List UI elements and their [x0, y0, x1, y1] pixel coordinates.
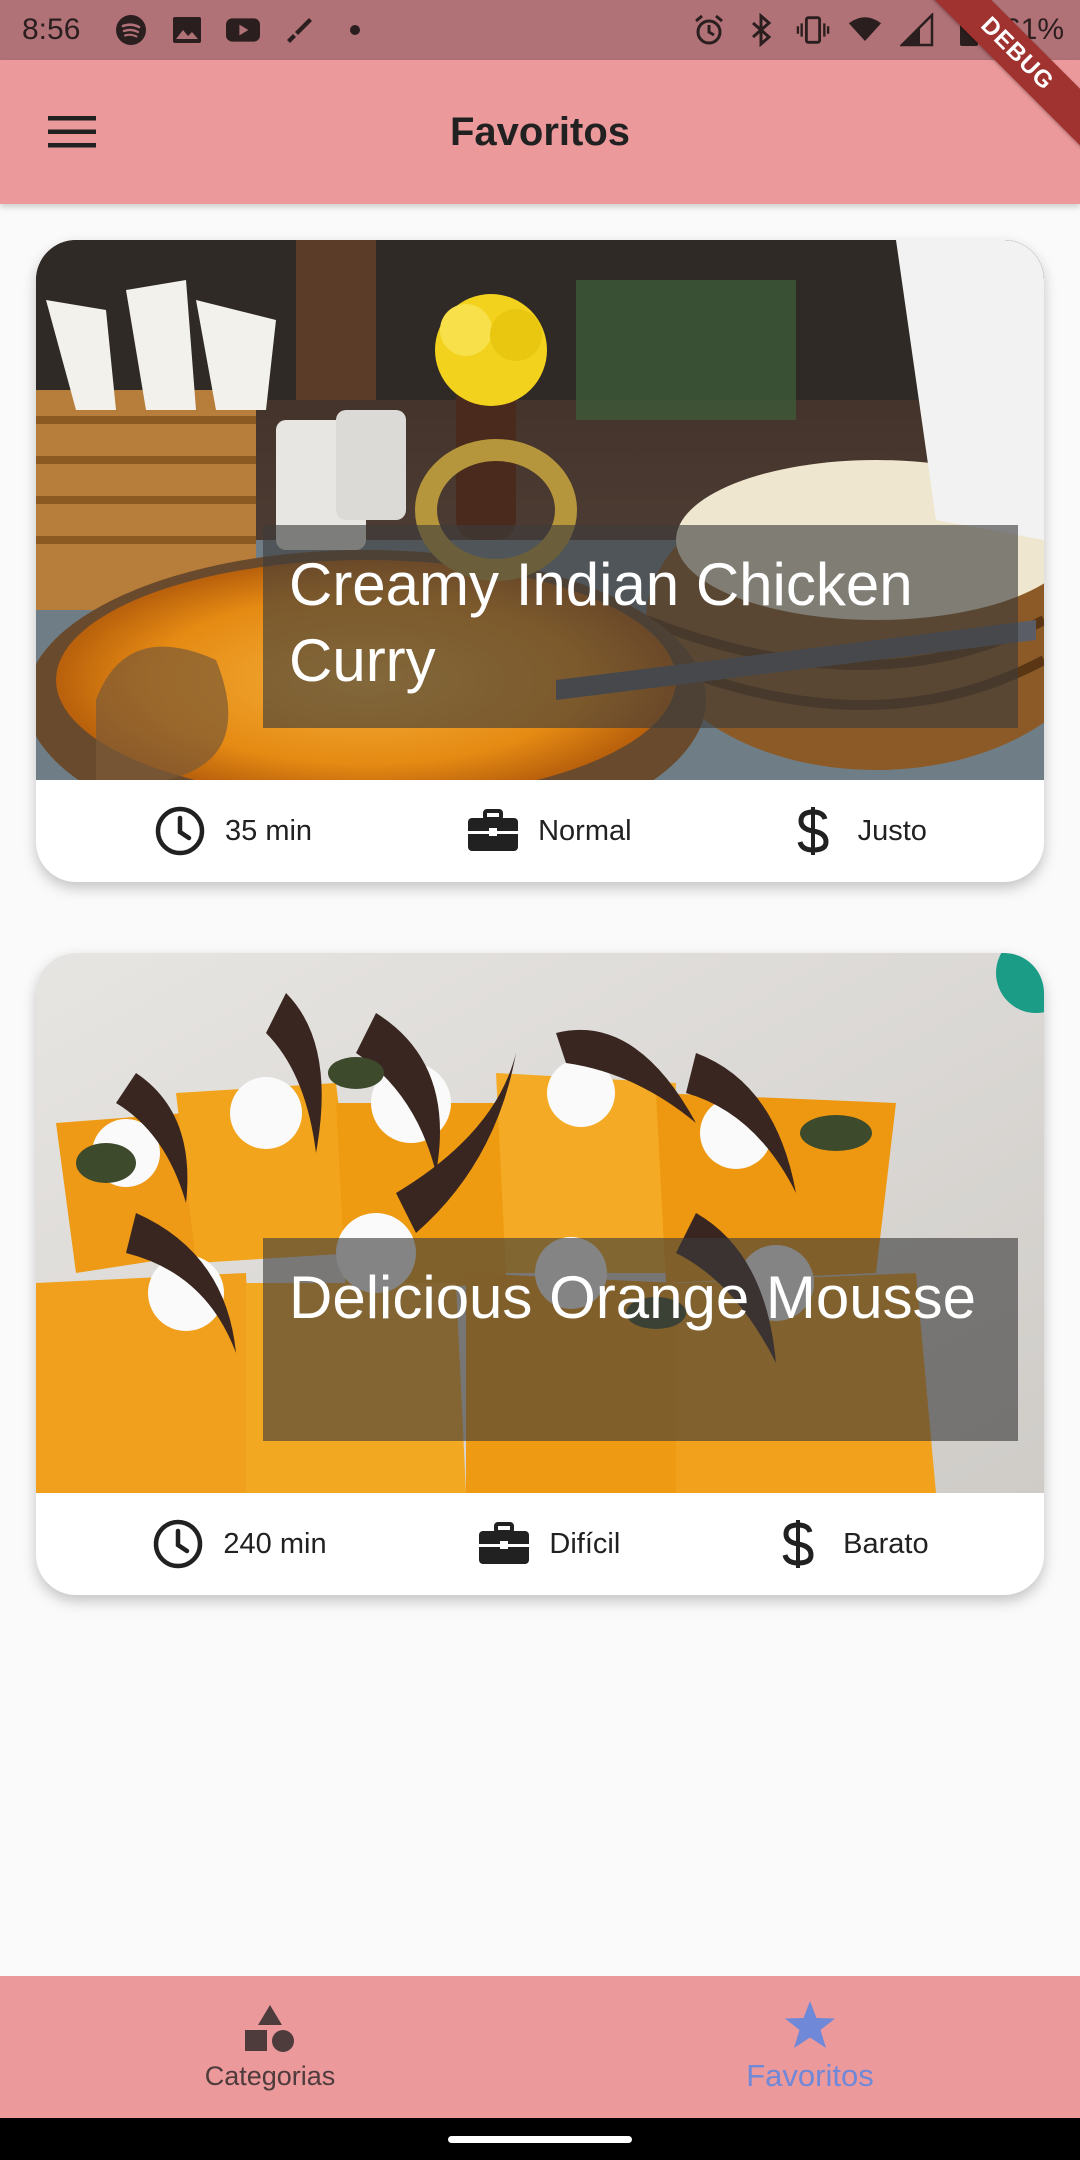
debug-banner: DEBUG [920, 0, 1080, 160]
cost-info: Justo [786, 804, 927, 858]
alarm-icon [692, 13, 726, 47]
dollar-icon [786, 804, 840, 858]
bluetooth-icon [744, 13, 778, 47]
page-title: Favoritos [449, 109, 631, 154]
home-indicator[interactable] [448, 2135, 632, 2143]
meal-title: Creamy Indian Chicken Curry [263, 525, 1018, 728]
duration-info: 240 min [151, 1517, 327, 1571]
category-icon [245, 2004, 294, 2052]
cost-label: Barato [843, 1527, 929, 1560]
nav-item-favoritos[interactable]: Favoritos [540, 1976, 1080, 2118]
nav-item-categorias[interactable]: Categorias [0, 1976, 540, 2118]
briefcase-icon [477, 1517, 531, 1571]
cost-label: Justo [857, 814, 927, 847]
youtube-icon [226, 13, 261, 47]
system-navigation-bar [0, 2118, 1080, 2160]
status-bar: 8:56 61% [0, 0, 1080, 60]
app-bar: Favoritos [0, 60, 1080, 204]
duration-label: 35 min [225, 814, 313, 847]
meal-card[interactable]: Creamy Indian Chicken Curry 35 min Norma… [36, 240, 1044, 882]
debug-banner-label: DEBUG [921, 0, 1080, 150]
duration-label: 240 min [223, 1527, 327, 1560]
nav-label-categorias: Categorias [204, 2060, 336, 2091]
status-time: 8:56 [22, 13, 81, 46]
vibrate-icon [796, 13, 830, 47]
briefcase-icon [466, 804, 520, 858]
duration-info: 35 min [153, 804, 312, 858]
complexity-info: Normal [466, 804, 632, 858]
menu-button[interactable] [40, 100, 104, 164]
clock-icon [151, 1517, 205, 1571]
pen-icon [282, 13, 316, 47]
spotify-icon [114, 13, 148, 47]
nav-label-favoritos: Favoritos [746, 2058, 874, 2093]
dot-icon [338, 13, 372, 47]
star-icon [785, 2001, 835, 2048]
meal-card[interactable]: Delicious Orange Mousse 240 min Difícil … [36, 953, 1044, 1595]
complexity-info: Difícil [477, 1517, 620, 1571]
meal-info-row: 35 min Normal Justo [36, 780, 1044, 882]
menu-icon [48, 116, 96, 148]
clock-icon [153, 804, 207, 858]
bottom-navigation: Categorias Favoritos [0, 1976, 1080, 2118]
wifi-icon [848, 13, 882, 47]
complexity-label: Normal [538, 814, 632, 847]
image-icon [170, 13, 204, 47]
meal-title: Delicious Orange Mousse [263, 1238, 1018, 1441]
dollar-icon [771, 1517, 825, 1571]
meal-info-row: 240 min Difícil Barato [36, 1493, 1044, 1595]
complexity-label: Difícil [549, 1527, 621, 1560]
cost-info: Barato [771, 1517, 929, 1571]
